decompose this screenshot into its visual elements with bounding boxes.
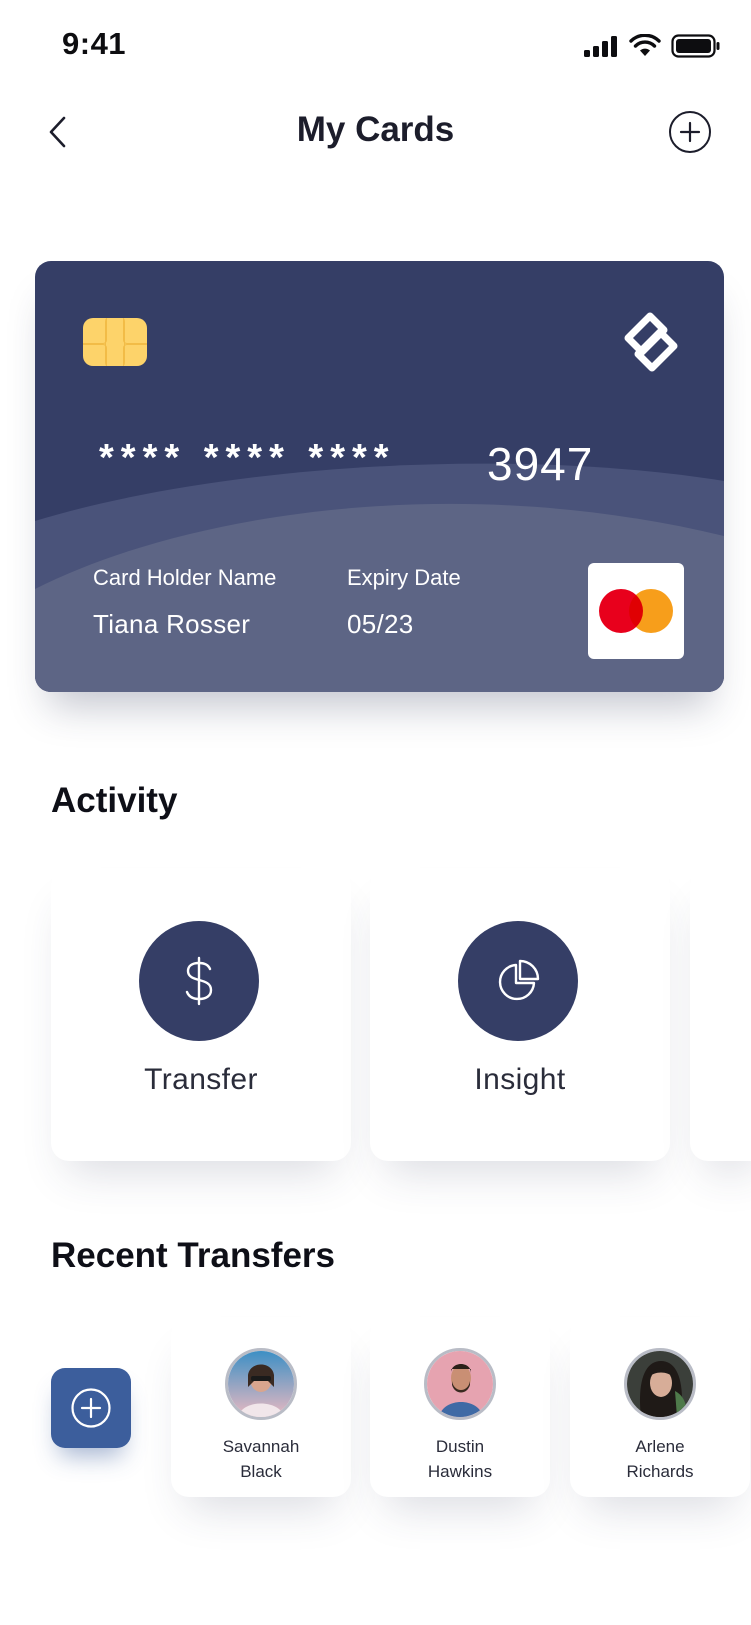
card-chip <box>83 318 147 366</box>
contact-first-name: Arlene <box>635 1437 685 1456</box>
battery-icon <box>671 34 720 58</box>
contact-first-name: Savannah <box>222 1437 300 1456</box>
avatar <box>225 1348 297 1420</box>
mastercard-logo-icon <box>588 563 684 659</box>
recent-transfers-title: Recent Transfers <box>51 1236 336 1275</box>
contact-card-savannah[interactable]: Savannah Black <box>171 1317 351 1497</box>
card-brand-logo-icon <box>624 312 678 372</box>
status-icons <box>583 32 721 60</box>
activity-insight-icon-circle <box>458 921 578 1041</box>
activity-title: Activity <box>51 781 178 820</box>
contact-card-dustin[interactable]: Dustin Hawkins <box>370 1317 550 1497</box>
contact-first-name: Dustin <box>435 1437 485 1456</box>
signal-icon <box>584 36 617 57</box>
new-transfer-button[interactable] <box>51 1368 131 1448</box>
activity-transfer-label: Transfer <box>144 1063 258 1096</box>
card-holder-name: Tiana Rosser <box>93 609 251 639</box>
status-time: 9:41 <box>62 26 127 61</box>
contact-last-name: Richards <box>626 1462 694 1481</box>
contact-last-name: Black <box>240 1462 282 1481</box>
avatar <box>624 1348 696 1420</box>
expiry-date-value: 05/23 <box>347 609 414 639</box>
plus-circle-icon <box>71 1388 111 1428</box>
plus-icon <box>679 121 701 143</box>
activity-insight[interactable]: Insight <box>370 868 670 1161</box>
dollar-icon <box>185 956 213 1006</box>
page-title: My Cards <box>296 110 455 149</box>
add-card-button[interactable] <box>669 111 711 153</box>
pie-chart-icon <box>498 959 540 1001</box>
contact-card-arlene[interactable]: Arlene Richards <box>570 1317 750 1497</box>
activity-insight-label: Insight <box>474 1063 566 1096</box>
avatar <box>424 1348 496 1420</box>
contact-last-name: Hawkins <box>427 1462 493 1481</box>
activity-next-tile[interactable] <box>690 868 751 1161</box>
activity-transfer-icon-circle <box>139 921 259 1041</box>
card-number-masked: **** **** **** <box>99 437 396 479</box>
card-holder-label: Card Holder Name <box>93 565 277 590</box>
mastercard-orange-circle <box>629 589 673 633</box>
activity-transfer[interactable]: Transfer <box>51 868 351 1161</box>
wifi-icon <box>629 34 661 56</box>
credit-card[interactable]: **** **** **** 3947 Card Holder Name Tia… <box>35 261 724 692</box>
card-number-last4: 3947 <box>487 438 594 490</box>
expiry-date-label: Expiry Date <box>347 565 461 590</box>
